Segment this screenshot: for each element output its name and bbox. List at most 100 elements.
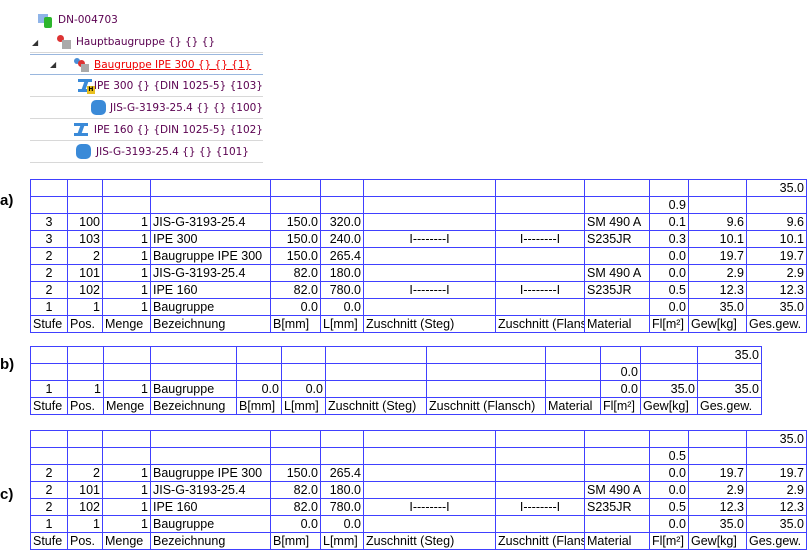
table-row: 3 103 1 IPE 300 150.0 240.0 I--------I I-------…: [30, 230, 807, 248]
plate-icon: [90, 100, 106, 116]
cell-pos: 102: [67, 281, 103, 299]
cell-ges-gew: 19.7: [746, 464, 807, 482]
cell-b-mm: [270, 196, 321, 214]
cell-stufe: 1: [30, 298, 68, 316]
cell-pos: 2: [67, 464, 103, 482]
cell-ges-gew: 2.9: [746, 481, 807, 499]
cell-stufe: 2: [30, 464, 68, 482]
cell-material: S235JR: [584, 281, 650, 299]
assembly-icon: [56, 34, 72, 50]
tree-item-plate-101[interactable]: JIS-G-3193-25.4 {} {} {101}: [30, 142, 263, 163]
cell-menge: 1: [102, 298, 151, 316]
cell-material: SM 490 A: [584, 213, 650, 231]
cell-stufe: [30, 447, 68, 465]
cell-material: S235JR: [584, 230, 650, 248]
cell-menge: 1: [102, 281, 151, 299]
cell-stufe: 2: [30, 481, 68, 499]
cell-l-mm: 0.0: [281, 380, 326, 398]
header-l-mm: L[mm]: [281, 397, 326, 415]
cell-menge: 1: [102, 230, 151, 248]
cell-material: [584, 196, 650, 214]
cell-zuschnitt-flansch: [495, 430, 585, 448]
cell-zuschnitt-steg: I--------I: [363, 230, 496, 248]
cell-material: [545, 380, 601, 398]
header-zuschnitt-steg: Zuschnitt (Steg): [325, 397, 427, 415]
cell-fl-m2: 0.0: [600, 380, 641, 398]
header-gew-kg: Gew[kg]: [688, 532, 747, 550]
cell-gew-kg: [688, 447, 747, 465]
cell-l-mm: 0.0: [320, 515, 364, 533]
tree-item-plate-100[interactable]: JIS-G-3193-25.4 {} {} {100}: [30, 98, 263, 119]
cell-menge: [102, 179, 151, 197]
cell-b-mm: 0.0: [236, 380, 282, 398]
cell-zuschnitt-steg: [325, 380, 427, 398]
cell-ges-gew: [746, 196, 807, 214]
cell-b-mm: [236, 346, 282, 364]
tree-item-hauptbaugruppe[interactable]: ◢ Hauptbaugruppe {} {} {}: [30, 32, 263, 53]
cell-l-mm: 240.0: [320, 230, 364, 248]
section-label-a: a): [0, 192, 14, 209]
cell-pos: 101: [67, 264, 103, 282]
tree-root[interactable]: DN-004703: [38, 9, 271, 30]
tree-item-baugruppe-ipe300[interactable]: ◢ Baugruppe IPE 300 {} {} {1}: [30, 54, 263, 75]
cell-bezeichnung: [150, 363, 237, 381]
cell-material: [584, 430, 650, 448]
cell-bezeichnung: JIS-G-3193-25.4: [150, 213, 271, 231]
i-beam-icon: [74, 122, 89, 138]
header-bezeichnung: Bezeichnung: [150, 315, 271, 333]
cell-stufe: 2: [30, 247, 68, 265]
cell-gew-kg: [640, 363, 698, 381]
tree-item-ipe160[interactable]: IPE 160 {} {DIN 1025-5} {102}: [30, 120, 263, 141]
collapse-toggle-icon[interactable]: ◢: [32, 38, 38, 47]
cell-l-mm: [320, 196, 364, 214]
cell-l-mm: 180.0: [320, 481, 364, 499]
tree-item-label: Baugruppe IPE 300 {} {} {1}: [94, 58, 252, 71]
table-row: 1 1 1 Baugruppe 0.0 0.0 0.0 35.0 35.0: [30, 298, 807, 316]
tree-item-label: Hauptbaugruppe {} {} {}: [76, 36, 216, 48]
cell-zuschnitt-flansch: [495, 264, 585, 282]
cell-stufe: 2: [30, 264, 68, 282]
cell-ges-gew: 2.9: [746, 264, 807, 282]
cell-bezeichnung: [150, 447, 271, 465]
cell-material: [584, 447, 650, 465]
table-row: 2 2 1 Baugruppe IPE 300 150.0 265.4 0.0 19.7 19.…: [30, 247, 807, 265]
collapse-toggle-icon[interactable]: ◢: [50, 60, 56, 69]
cell-gew-kg: [688, 430, 747, 448]
cell-ges-gew: 35.0: [746, 298, 807, 316]
cell-stufe: 1: [30, 515, 68, 533]
cell-l-mm: 320.0: [320, 213, 364, 231]
header-gew-kg: Gew[kg]: [688, 315, 747, 333]
tree-item-ipe300[interactable]: H IPE 300 {} {DIN 1025-5} {103}: [30, 76, 263, 97]
cell-zuschnitt-steg: [363, 179, 496, 197]
section-label-c: c): [0, 486, 14, 503]
cell-zuschnitt-flansch: I--------I: [495, 498, 585, 516]
table-row: 3 100 1 JIS-G-3193-25.4 150.0 320.0 SM 490 A 0.…: [30, 213, 807, 231]
cell-gew-kg: 35.0: [688, 515, 747, 533]
cell-zuschnitt-flansch: [426, 346, 546, 364]
cell-zuschnitt-flansch: [426, 380, 546, 398]
cell-pos: [67, 430, 103, 448]
cell-zuschnitt-flansch: [426, 363, 546, 381]
cell-zuschnitt-steg: I--------I: [363, 498, 496, 516]
cell-menge: [103, 346, 151, 364]
header-pos: Pos.: [67, 315, 103, 333]
cell-fl-m2: 0.1: [649, 213, 689, 231]
cell-bezeichnung: JIS-G-3193-25.4: [150, 481, 271, 499]
cell-fl-m2: 0.0: [649, 298, 689, 316]
cell-gew-kg: 2.9: [688, 481, 747, 499]
cell-b-mm: [270, 179, 321, 197]
cell-bezeichnung: [150, 179, 271, 197]
cell-stufe: [30, 196, 68, 214]
header-zuschnitt-steg: Zuschnitt (Steg): [363, 532, 496, 550]
header-zuschnitt-steg: Zuschnitt (Steg): [363, 315, 496, 333]
cell-zuschnitt-steg: I--------I: [363, 281, 496, 299]
header-bezeichnung: Bezeichnung: [150, 532, 271, 550]
cell-gew-kg: 2.9: [688, 264, 747, 282]
cell-zuschnitt-steg: [363, 298, 496, 316]
cell-fl-m2: 0.5: [649, 447, 689, 465]
cell-bezeichnung: IPE 160: [150, 281, 271, 299]
cell-ges-gew: 10.1: [746, 230, 807, 248]
cell-bezeichnung: Baugruppe: [150, 298, 271, 316]
header-ges-gew: Ges.gew.: [697, 397, 762, 415]
cell-menge: [102, 430, 151, 448]
